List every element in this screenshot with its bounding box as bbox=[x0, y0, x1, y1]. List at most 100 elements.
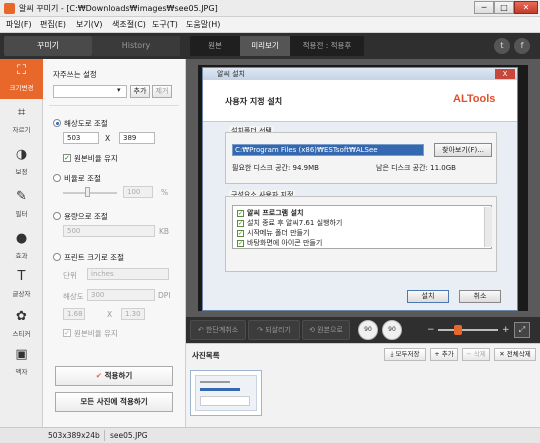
folder-group: C:₩Program Files (x86)₩ESTsoft₩ALSee 찾아보… bbox=[225, 132, 497, 184]
add-preset-button[interactable]: 추가 bbox=[130, 85, 150, 98]
component-label: 알씨 프로그램 설치 bbox=[247, 209, 304, 217]
revert-original-button[interactable]: ⟲ 원본으로 bbox=[302, 320, 350, 340]
title-bar: 알씨 꾸미기 - [C:₩Downloads₩images₩see05.JPG]… bbox=[0, 0, 540, 17]
dpi-select[interactable]: 300 bbox=[87, 289, 155, 301]
apply-button-label: 적용하기 bbox=[104, 371, 133, 380]
dialog-close-icon: X bbox=[495, 69, 515, 79]
check-icon: ✓ bbox=[237, 239, 244, 247]
component-label: 바탕화면에 아이콘 만들기 bbox=[247, 239, 323, 247]
menu-color[interactable]: 색조절(C) bbox=[112, 19, 146, 30]
unit-select[interactable]: inches bbox=[87, 268, 169, 280]
photo-thumbnail[interactable] bbox=[190, 370, 262, 416]
check-icon: ✓ bbox=[237, 219, 244, 227]
tool-textbox[interactable]: T 글상자 bbox=[0, 265, 43, 305]
tool-crop[interactable]: ⌗ 자르기 bbox=[0, 101, 43, 141]
components-list: ✓ 알씨 프로그램 설치 ✓ 설치 종료 후 알씨7.61 실행하기 ✓ 시작메뉴 폴… bbox=[232, 205, 492, 249]
tool-label: 보정 bbox=[15, 168, 28, 176]
divider bbox=[104, 430, 105, 441]
tab-history[interactable]: History bbox=[92, 36, 180, 56]
tool-resize[interactable]: ⛶ 크기변경 bbox=[0, 59, 43, 99]
favorites-select[interactable] bbox=[53, 85, 127, 98]
print-keep-ratio-checkbox[interactable]: ✓ bbox=[63, 329, 71, 337]
view-preview-button[interactable]: 미리보기 bbox=[240, 36, 290, 56]
delete-all-button[interactable]: ✕ 전체삭제 bbox=[494, 348, 536, 361]
zoom-slider[interactable] bbox=[438, 329, 498, 331]
ratio-input[interactable]: 100 bbox=[123, 186, 153, 198]
install-button: 설치 bbox=[407, 290, 449, 303]
resolution-radio[interactable] bbox=[53, 119, 61, 127]
twitter-icon[interactable]: t bbox=[494, 38, 510, 54]
tool-label: 필터 bbox=[15, 210, 28, 218]
install-path-field: C:₩Program Files (x86)₩ESTsoft₩ALSee bbox=[232, 144, 424, 156]
filesize-input[interactable]: 500 bbox=[63, 225, 155, 237]
print-width-input[interactable]: 1.68 bbox=[63, 308, 85, 320]
zoom-out-button[interactable]: − bbox=[427, 325, 435, 335]
rotate-left-button[interactable]: 90 bbox=[358, 320, 378, 340]
save-all-button[interactable]: ⤓ 모두저장 bbox=[384, 348, 426, 361]
sticker-icon: ✿ bbox=[16, 309, 27, 324]
x-separator: X bbox=[107, 310, 113, 319]
dialog-cancel-button: 취소 bbox=[459, 290, 501, 303]
effect-icon: ● bbox=[15, 231, 28, 246]
ratio-radio[interactable] bbox=[53, 174, 61, 182]
tool-frame[interactable]: ▣ 액자 bbox=[0, 343, 43, 383]
dialog-header: 사용자 지정 설치 ALTools bbox=[203, 80, 517, 122]
view-mode-switch: 원본 미리보기 적용전 : 적용후 bbox=[190, 36, 364, 56]
menu-help[interactable]: 도움말(H) bbox=[186, 19, 220, 30]
view-compare-button[interactable]: 적용전 : 적용후 bbox=[290, 36, 364, 56]
apply-button[interactable]: ✔ 적용하기 bbox=[55, 366, 173, 386]
tool-effect[interactable]: ● 효과 bbox=[0, 227, 43, 267]
view-original-button[interactable]: 원본 bbox=[190, 36, 240, 56]
ratio-slider[interactable] bbox=[63, 192, 117, 194]
resize-settings-panel: 자주쓰는 설정 ▾ 추가 제거 해상도로 조절 503 X 389 ✓ 원본비율… bbox=[43, 59, 186, 427]
browse-button: 찾아보기(F)... bbox=[434, 143, 492, 157]
menu-edit[interactable]: 편집(E) bbox=[40, 19, 66, 30]
print-height-input[interactable]: 1.30 bbox=[121, 308, 145, 320]
apply-all-button[interactable]: 모든 사진에 적용하기 bbox=[55, 392, 173, 412]
tool-sticker[interactable]: ✿ 스티커 bbox=[0, 305, 43, 345]
delete-photo-button[interactable]: − 삭제 bbox=[462, 348, 490, 361]
divider bbox=[49, 105, 179, 106]
width-input[interactable]: 503 bbox=[63, 132, 99, 144]
status-bar: 503x389x24b see05.JPG bbox=[0, 427, 540, 443]
zoom-in-button[interactable]: + bbox=[502, 325, 510, 335]
zoom-slider-handle[interactable] bbox=[453, 325, 462, 335]
add-photo-button[interactable]: + 추가 bbox=[430, 348, 458, 361]
component-label: 시작메뉴 폴더 만들기 bbox=[247, 229, 310, 237]
tool-label: 효과 bbox=[15, 252, 28, 260]
component-label: 설치 종료 후 알씨7.61 실행하기 bbox=[247, 219, 343, 227]
close-button[interactable]: ✕ bbox=[514, 1, 538, 14]
percent-label: % bbox=[161, 188, 169, 197]
tab-decorate[interactable]: 꾸미기 bbox=[4, 36, 92, 56]
photo-canvas[interactable]: 알씨 설치 X 사용자 지정 설치 ALTools 설치폴더 선택 C:₩Pro… bbox=[198, 65, 528, 311]
print-size-radio[interactable] bbox=[53, 253, 61, 261]
rotate-right-button[interactable]: 90 bbox=[382, 320, 402, 340]
fit-to-window-button[interactable]: ⤢ bbox=[514, 322, 530, 338]
redo-button[interactable]: ↷ 되살리기 bbox=[248, 320, 300, 340]
tool-adjust[interactable]: ◑ 보정 bbox=[0, 143, 43, 183]
ratio-slider-handle[interactable] bbox=[85, 187, 90, 197]
height-input[interactable]: 389 bbox=[119, 132, 155, 144]
menu-tools[interactable]: 도구(T) bbox=[152, 19, 178, 30]
adjust-icon: ◑ bbox=[15, 147, 28, 162]
image-toolbar: ↶ 한단계취소 ↷ 되살리기 ⟲ 원본으로 90 90 − + ⤢ bbox=[186, 317, 540, 343]
tool-sidebar: ⛶ 크기변경 ⌗ 자르기 ◑ 보정 ✎ 필터 ● 효과 T 글상자 ✿ 스티커 … bbox=[0, 59, 43, 427]
keep-ratio-label: 원본비율 유지 bbox=[74, 154, 118, 163]
check-icon: ✓ bbox=[237, 229, 244, 237]
app-icon bbox=[4, 3, 15, 14]
keep-ratio-checkbox[interactable]: ✓ bbox=[63, 154, 71, 162]
tool-filter[interactable]: ✎ 필터 bbox=[0, 185, 43, 225]
tool-label: 크기변경 bbox=[9, 84, 34, 92]
filesize-radio[interactable] bbox=[53, 212, 61, 220]
components-group: ✓ 알씨 프로그램 설치 ✓ 설치 종료 후 알씨7.61 실행하기 ✓ 시작메뉴 폴… bbox=[225, 196, 497, 272]
minimize-button[interactable]: ─ bbox=[474, 1, 494, 14]
chevron-down-icon: ▾ bbox=[117, 86, 121, 94]
facebook-icon[interactable]: f bbox=[514, 38, 530, 54]
remove-preset-button[interactable]: 제거 bbox=[152, 85, 172, 98]
dialog-title: 알씨 설치 bbox=[203, 68, 517, 80]
tool-label: 자르기 bbox=[12, 126, 31, 134]
undo-button[interactable]: ↶ 한단계취소 bbox=[190, 320, 246, 340]
menu-view[interactable]: 보기(V) bbox=[76, 19, 102, 30]
maximize-button[interactable]: □ bbox=[494, 1, 514, 14]
menu-file[interactable]: 파일(F) bbox=[6, 19, 32, 30]
